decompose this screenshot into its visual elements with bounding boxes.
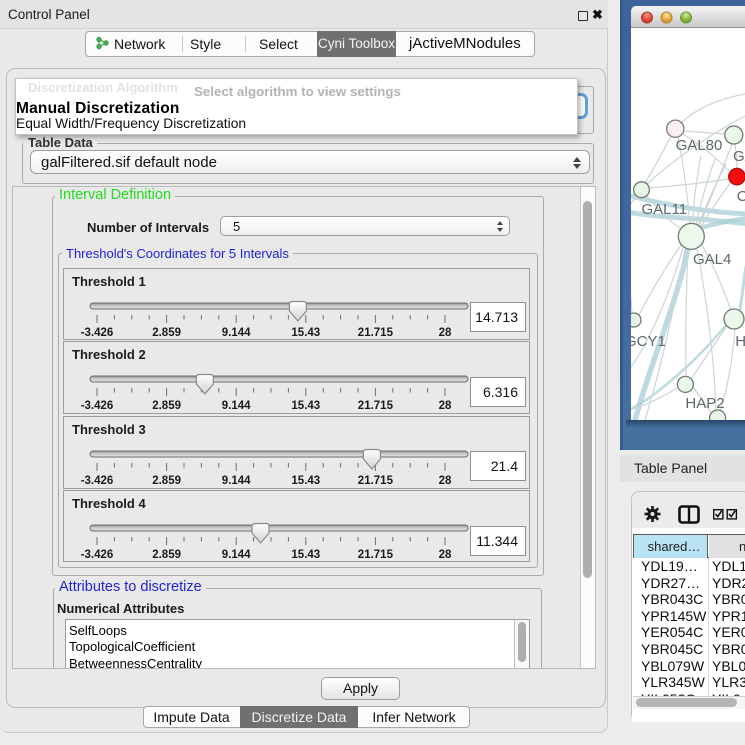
svg-text:28: 28	[439, 549, 452, 561]
svg-text:15.43: 15.43	[291, 400, 320, 412]
svg-text:2.859: 2.859	[152, 549, 181, 561]
svg-text:2.859: 2.859	[152, 475, 181, 487]
svg-text:15.43: 15.43	[291, 549, 320, 561]
svg-text:28: 28	[439, 327, 452, 339]
svg-text:21.715: 21.715	[358, 400, 394, 412]
svg-text:HIS: HIS	[735, 333, 745, 350]
svg-text:CYC: CYC	[737, 188, 745, 205]
svg-text:GAL80: GAL80	[676, 137, 723, 154]
svg-text:28: 28	[439, 400, 452, 412]
svg-text:GAL11: GAL11	[642, 201, 688, 218]
svg-text:-3.426: -3.426	[81, 327, 114, 339]
svg-text:-3.426: -3.426	[81, 400, 114, 412]
svg-text:HAP2: HAP2	[685, 395, 724, 412]
svg-text:9.144: 9.144	[222, 475, 251, 487]
svg-text:21.715: 21.715	[358, 327, 394, 339]
svg-text:9.144: 9.144	[222, 327, 251, 339]
svg-text:21.715: 21.715	[358, 549, 394, 561]
svg-text:9.144: 9.144	[222, 400, 251, 412]
svg-text:9.144: 9.144	[222, 549, 251, 561]
svg-text:2.859: 2.859	[152, 327, 181, 339]
svg-text:2.859: 2.859	[152, 400, 181, 412]
svg-text:-3.426: -3.426	[81, 475, 114, 487]
svg-text:GAL4: GAL4	[733, 148, 745, 165]
svg-text:-3.426: -3.426	[81, 549, 114, 561]
svg-text:28: 28	[439, 475, 452, 487]
svg-text:15.43: 15.43	[291, 327, 320, 339]
svg-text:GCY1: GCY1	[631, 333, 666, 350]
svg-text:15.43: 15.43	[291, 475, 320, 487]
svg-text:21.715: 21.715	[358, 475, 394, 487]
svg-text:GAL4: GAL4	[693, 251, 731, 268]
